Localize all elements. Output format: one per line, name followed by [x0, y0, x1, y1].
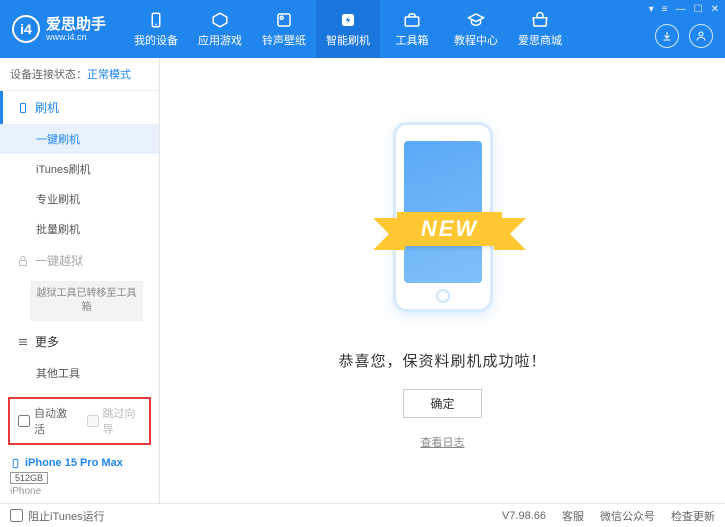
nav-toolbox[interactable]: 工具箱 [380, 0, 444, 58]
device-name[interactable]: iPhone 15 Pro Max [10, 457, 149, 469]
nav-apps-games[interactable]: 应用游戏 [188, 0, 252, 58]
app-logo-icon: i4 [12, 15, 40, 43]
device-icon [147, 11, 165, 29]
logo-area: i4 爱思助手 www.i4.cn [0, 15, 124, 43]
jailbreak-note: 越狱工具已转移至工具箱 [30, 281, 143, 321]
version-label: V7.98.66 [502, 510, 546, 522]
view-log-link[interactable]: 查看日志 [421, 434, 465, 450]
sidebar-item-download-firmware[interactable]: 下载固件 [0, 388, 159, 391]
close-icon[interactable]: ✕ [711, 4, 719, 15]
menu-icon[interactable]: ≡ [662, 4, 668, 15]
sidebar-item-itunes-flash[interactable]: iTunes刷机 [0, 154, 159, 184]
list-icon [17, 336, 29, 348]
success-illustration: NEW [378, 112, 508, 332]
app-url: www.i4.cn [46, 32, 106, 42]
main-content: NEW 恭喜您，保资料刷机成功啦！ 确定 查看日志 [160, 58, 725, 503]
sidebar-group-jailbreak: 一键越狱 [0, 244, 159, 277]
maximize-icon[interactable]: ☐ [694, 4, 703, 15]
device-type: iPhone [10, 486, 149, 497]
nav-store[interactable]: 爱思商城 [508, 0, 572, 58]
window-controls: ▾ ≡ — ☐ ✕ [649, 4, 719, 15]
tutorial-icon [467, 11, 485, 29]
ok-button[interactable]: 确定 [403, 389, 481, 418]
header-circle-buttons [655, 24, 713, 48]
phone-small-icon [10, 458, 21, 469]
sidebar-group-flash[interactable]: 刷机 [0, 91, 159, 124]
device-info: iPhone 15 Pro Max 512GB iPhone [0, 451, 159, 503]
apps-icon [211, 11, 229, 29]
checkbox-skip-guide[interactable]: 跳过向导 [87, 405, 142, 437]
app-header: i4 爱思助手 www.i4.cn 我的设备 应用游戏 铃声壁纸 智能刷机 工具… [0, 0, 725, 58]
skin-icon[interactable]: ▾ [649, 4, 654, 15]
checkbox-block-itunes[interactable]: 阻止iTunes运行 [10, 508, 105, 524]
sidebar: 设备连接状态：正常模式 刷机 一键刷机 iTunes刷机 专业刷机 批量刷机 一… [0, 58, 160, 503]
store-icon [531, 11, 549, 29]
footer: 阻止iTunes运行 V7.98.66 客服 微信公众号 检查更新 [0, 503, 725, 527]
nav-smart-flash[interactable]: 智能刷机 [316, 0, 380, 58]
success-message: 恭喜您，保资料刷机成功啦！ [338, 350, 546, 371]
nav-tutorials[interactable]: 教程中心 [444, 0, 508, 58]
sidebar-item-other-tools[interactable]: 其他工具 [0, 358, 159, 388]
sidebar-item-pro-flash[interactable]: 专业刷机 [0, 184, 159, 214]
device-storage: 512GB [10, 472, 48, 484]
checkbox-auto-activate[interactable]: 自动激活 [18, 405, 73, 437]
download-icon[interactable] [655, 24, 679, 48]
top-nav: 我的设备 应用游戏 铃声壁纸 智能刷机 工具箱 教程中心 爱思商城 [124, 0, 725, 58]
footer-link-support[interactable]: 客服 [562, 508, 584, 524]
phone-icon [17, 102, 29, 114]
highlighted-options: 自动激活 跳过向导 [8, 397, 151, 445]
minimize-icon[interactable]: — [676, 4, 686, 15]
lock-icon [17, 255, 29, 267]
sidebar-group-more[interactable]: 更多 [0, 325, 159, 358]
sidebar-item-batch-flash[interactable]: 批量刷机 [0, 214, 159, 244]
wallpaper-icon [275, 11, 293, 29]
sidebar-item-onekey-flash[interactable]: 一键刷机 [0, 124, 159, 154]
footer-link-wechat[interactable]: 微信公众号 [600, 508, 655, 524]
toolbox-icon [403, 11, 421, 29]
nav-ringtone-wallpaper[interactable]: 铃声壁纸 [252, 0, 316, 58]
app-name: 爱思助手 [46, 17, 106, 32]
footer-link-update[interactable]: 检查更新 [671, 508, 715, 524]
new-ribbon: NEW [397, 212, 502, 246]
flash-icon [339, 11, 357, 29]
device-status: 设备连接状态：正常模式 [0, 58, 159, 91]
user-icon[interactable] [689, 24, 713, 48]
nav-my-device[interactable]: 我的设备 [124, 0, 188, 58]
